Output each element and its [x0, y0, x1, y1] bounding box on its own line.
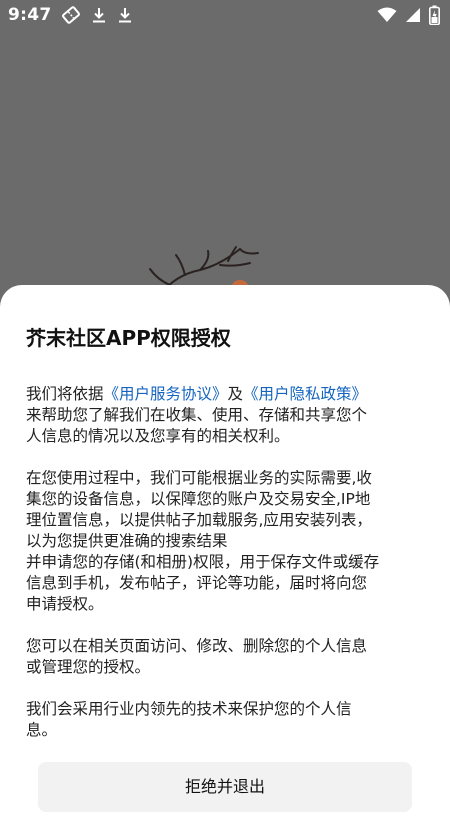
usage-paragraph: 在您使用过程中，我们可能根据业务的实际需要,收 集您的设备信息，以保障您的账户及…: [26, 468, 426, 615]
battery-icon: [429, 5, 440, 25]
usage-line: 信息到手机，发布帖子，评论等功能，届时将向您: [26, 574, 368, 592]
intro-line: 人信息的情况以及您享有的相关权利。: [26, 427, 290, 445]
download-icon: [91, 6, 107, 24]
status-time: 9:47: [8, 5, 52, 25]
dialog-body: 我们将依据《用户服务协议》及《用户隐私政策》 来帮助您了解我们在收集、使用、存储…: [26, 384, 426, 762]
intro-paragraph: 我们将依据《用户服务协议》及《用户隐私政策》 来帮助您了解我们在收集、使用、存储…: [26, 384, 426, 447]
intro-line: 我们将依据《用户服务协议》及《用户隐私政策》: [26, 384, 426, 405]
signal-icon: [405, 7, 421, 23]
protection-line: 息。: [26, 721, 58, 739]
dialog-title: 芥末社区APP权限授权: [26, 326, 231, 350]
user-agreement-link[interactable]: 《用户服务协议》: [104, 385, 228, 403]
management-paragraph: 您可以在相关页面访问、修改、删除您的个人信息 或管理您的授权。: [26, 636, 426, 678]
privacy-policy-link[interactable]: 《用户隐私政策》: [243, 385, 367, 403]
usage-line: 理位置信息，以提供帖子加载服务,应用安装列表，: [26, 511, 372, 529]
usage-line: 并申请您的存储(和相册)权限，用于保存文件或缓存: [26, 553, 380, 571]
management-line: 或管理您的授权。: [26, 658, 151, 676]
intro-conjunction: 及: [227, 385, 244, 403]
status-bar: 9:47: [0, 0, 450, 30]
download-icon: [117, 6, 133, 24]
usage-line: 以为您提供更准确的搜索结果: [26, 532, 228, 550]
protection-paragraph: 我们会采用行业内领先的技术来保护您的个人信 息。: [26, 699, 426, 741]
wifi-icon: [377, 7, 397, 23]
intro-line: 来帮助您了解我们在收集、使用、存储和共享您个: [26, 406, 368, 424]
management-line: 您可以在相关页面访问、修改、删除您的个人信息: [26, 637, 368, 655]
usage-line: 集您的设备信息，以保障您的账户及交易安全,IP地: [26, 490, 371, 508]
protection-line: 我们会采用行业内领先的技术来保护您的个人信: [26, 700, 352, 718]
ticket-icon: [61, 6, 81, 24]
usage-line: 申请授权。: [26, 595, 104, 613]
status-left: 9:47: [8, 5, 133, 25]
usage-line: 在您使用过程中，我们可能根据业务的实际需要,收: [26, 469, 372, 487]
intro-text: 我们将依据: [26, 385, 104, 403]
status-right: [377, 5, 440, 25]
reject-and-exit-button[interactable]: 拒绝并退出: [38, 762, 412, 812]
